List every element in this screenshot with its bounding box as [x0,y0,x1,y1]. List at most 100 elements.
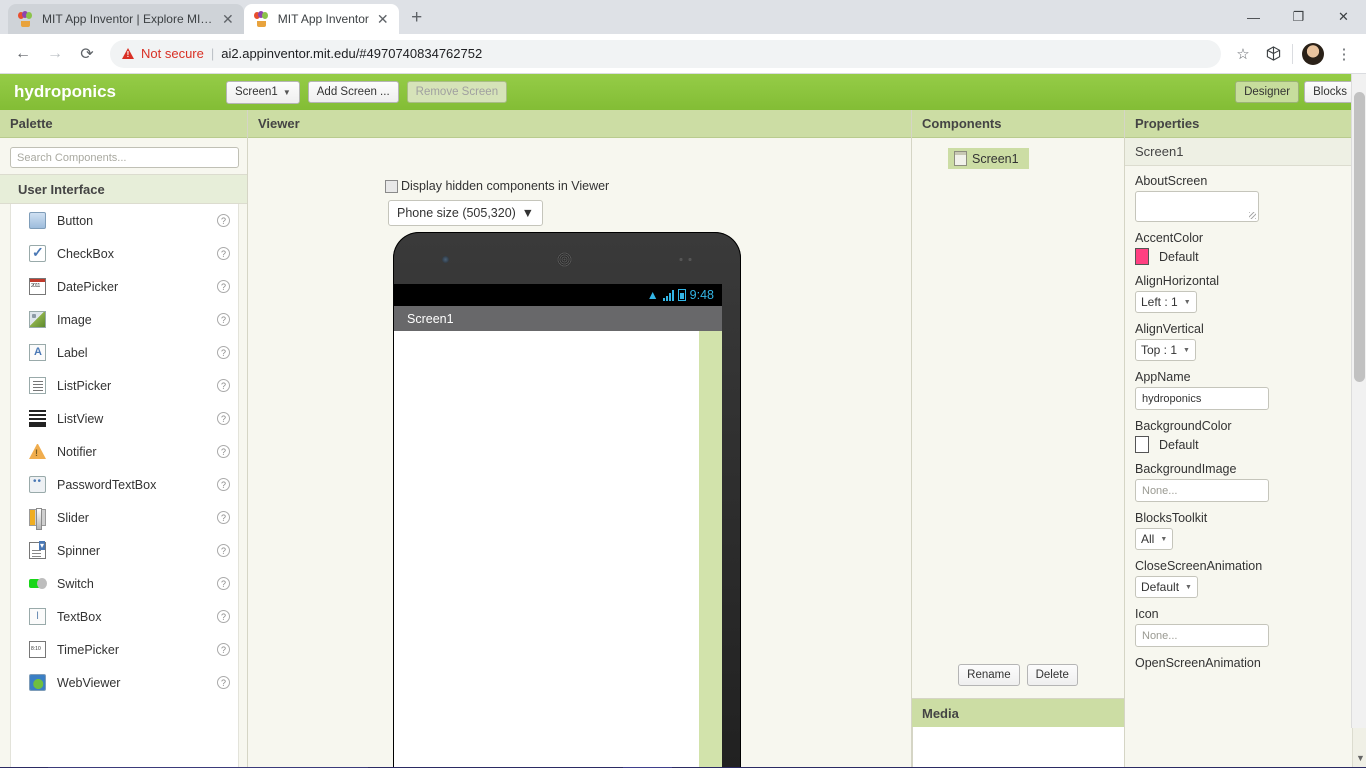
help-icon[interactable]: ? [217,577,230,590]
tab-close-icon[interactable]: ✕ [377,12,389,26]
help-icon[interactable]: ? [217,412,230,425]
slider-icon [29,508,46,530]
browser-tab-2[interactable]: MIT App Inventor ✕ [243,4,399,34]
palette-item-checkbox[interactable]: CheckBox ? [11,237,238,270]
color-swatch[interactable] [1135,436,1149,453]
help-icon[interactable]: ? [217,610,230,623]
help-icon[interactable]: ? [217,478,230,491]
palette-item-listpicker[interactable]: ListPicker ? [11,369,238,402]
form-canvas[interactable] [394,331,722,767]
palette-item-textbox[interactable]: TextBox ? [11,600,238,633]
palette-item-spinner[interactable]: Spinner ? [11,534,238,567]
appname-input[interactable]: hydroponics [1135,387,1269,410]
close-window-button[interactable]: ✕ [1321,0,1366,34]
reload-button[interactable]: ⟳ [72,39,102,69]
property-value: Default [1159,249,1199,264]
palette-item-passwordtextbox[interactable]: PasswordTextBox ? [11,468,238,501]
extensions-cube-icon[interactable] [1259,40,1287,68]
help-icon[interactable]: ? [217,379,230,392]
help-icon[interactable]: ? [217,544,230,557]
back-button[interactable]: ← [8,39,38,69]
passwordtextbox-icon [29,476,46,493]
security-status: Not secure [141,46,204,61]
property-label: AboutScreen [1135,174,1208,188]
add-screen-button[interactable]: Add Screen ... [307,81,399,103]
property-aboutscreen: AboutScreen [1135,174,1356,222]
help-icon[interactable]: ? [217,676,230,689]
browser-tab-1[interactable]: MIT App Inventor | Explore MIT A ✕ [8,4,244,34]
minimize-button[interactable]: — [1231,0,1276,34]
display-hidden-components-row: Display hidden components in Viewer [385,179,609,193]
chevron-down-icon: ▼ [1160,535,1168,543]
not-secure-warning-icon [122,48,134,59]
forward-button[interactable]: → [40,39,70,69]
palette-item-label[interactable]: Label ? [11,336,238,369]
help-icon[interactable]: ? [217,643,230,656]
palette-item-button[interactable]: Button ? [11,204,238,237]
search-components-input[interactable] [10,147,239,168]
screen-selector-label: Screen1 [235,85,278,98]
form-right-strip [699,331,722,767]
help-icon[interactable]: ? [217,313,230,326]
palette-item-switch[interactable]: Switch ? [11,567,238,600]
chrome-menu-icon[interactable]: ⋮ [1330,40,1358,68]
alignhorizontal-select[interactable]: Left : 1 ▼ [1135,291,1197,313]
tab-close-icon[interactable]: ✕ [222,12,234,26]
help-icon[interactable]: ? [217,247,230,260]
palette-item-listview[interactable]: ListView ? [11,402,238,435]
page-scrollbar-thumb[interactable] [1354,92,1365,382]
rename-button[interactable]: Rename [958,664,1020,686]
property-value: Default [1159,437,1199,452]
profile-avatar[interactable] [1302,42,1324,65]
blocks-tab[interactable]: Blocks [1304,81,1356,103]
palette-item-label: Label [57,345,88,360]
scroll-down-arrow-icon[interactable]: ▼ [1356,753,1365,763]
help-icon[interactable]: ? [217,346,230,359]
palette-item-label: DatePicker [57,279,119,294]
designer-tab[interactable]: Designer [1235,81,1300,103]
page-scrollbar[interactable] [1351,74,1366,728]
help-icon[interactable]: ? [217,511,230,524]
help-icon[interactable]: ? [217,214,230,227]
palette-category-user-interface[interactable]: User Interface [0,174,247,204]
maximize-button[interactable]: ❐ [1276,0,1321,34]
properties-panel: Properties Screen1 AboutScreen AccentCol… [1125,110,1366,767]
palette-item-label: TextBox [57,609,102,624]
phone-size-select[interactable]: Phone size (505,320) ▼ [388,200,543,226]
accentcolor-picker[interactable]: Default [1135,248,1356,265]
palette-item-notifier[interactable]: Notifier ? [11,435,238,468]
closescreenanimation-select[interactable]: Default ▼ [1135,576,1198,598]
property-label: OpenScreenAnimation [1135,656,1261,670]
property-closescreenanimation: CloseScreenAnimation Default ▼ [1135,559,1356,598]
color-swatch[interactable] [1135,248,1149,265]
components-title: Components [912,110,1124,138]
blockstoolkit-select[interactable]: All ▼ [1135,528,1174,550]
palette-item-webviewer[interactable]: WebViewer ? [11,666,238,699]
aboutscreen-textarea[interactable] [1135,191,1259,222]
palette-item-timepicker[interactable]: TimePicker ? [11,633,238,666]
bookmark-star-icon[interactable]: ☆ [1229,40,1257,68]
alignvertical-select[interactable]: Top : 1 ▼ [1135,339,1196,361]
earpiece-speaker-icon [557,252,572,267]
delete-button[interactable]: Delete [1026,664,1078,686]
display-hidden-components-checkbox[interactable] [385,179,398,193]
palette-item-label: WebViewer [57,675,121,690]
chevron-down-icon: ▼ [1183,346,1190,354]
new-tab-button[interactable]: + [403,4,431,32]
palette-item-datepicker[interactable]: DatePicker ? [11,270,238,303]
icon-input[interactable]: None... [1135,624,1269,647]
backgroundimage-input[interactable]: None... [1135,479,1269,502]
media-title: Media [912,699,1124,727]
address-bar[interactable]: Not secure | ai2.appinventor.mit.edu/#49… [110,39,1221,68]
backgroundcolor-picker[interactable]: Default [1135,436,1356,453]
project-toolbar: hydroponics Screen1 ▼ Add Screen ... Remo… [0,74,1366,110]
help-icon[interactable]: ? [217,280,230,293]
help-icon[interactable]: ? [217,445,230,458]
property-label: AlignHorizontal [1135,274,1220,288]
palette-item-image[interactable]: Image ? [11,303,238,336]
screen-selector[interactable]: Screen1 ▼ [226,80,300,104]
remove-screen-button[interactable]: Remove Screen [406,81,508,103]
component-node-screen1[interactable]: Screen1 [948,148,1029,169]
app-inventor-favicon [18,11,34,27]
palette-item-slider[interactable]: Slider ? [11,501,238,534]
